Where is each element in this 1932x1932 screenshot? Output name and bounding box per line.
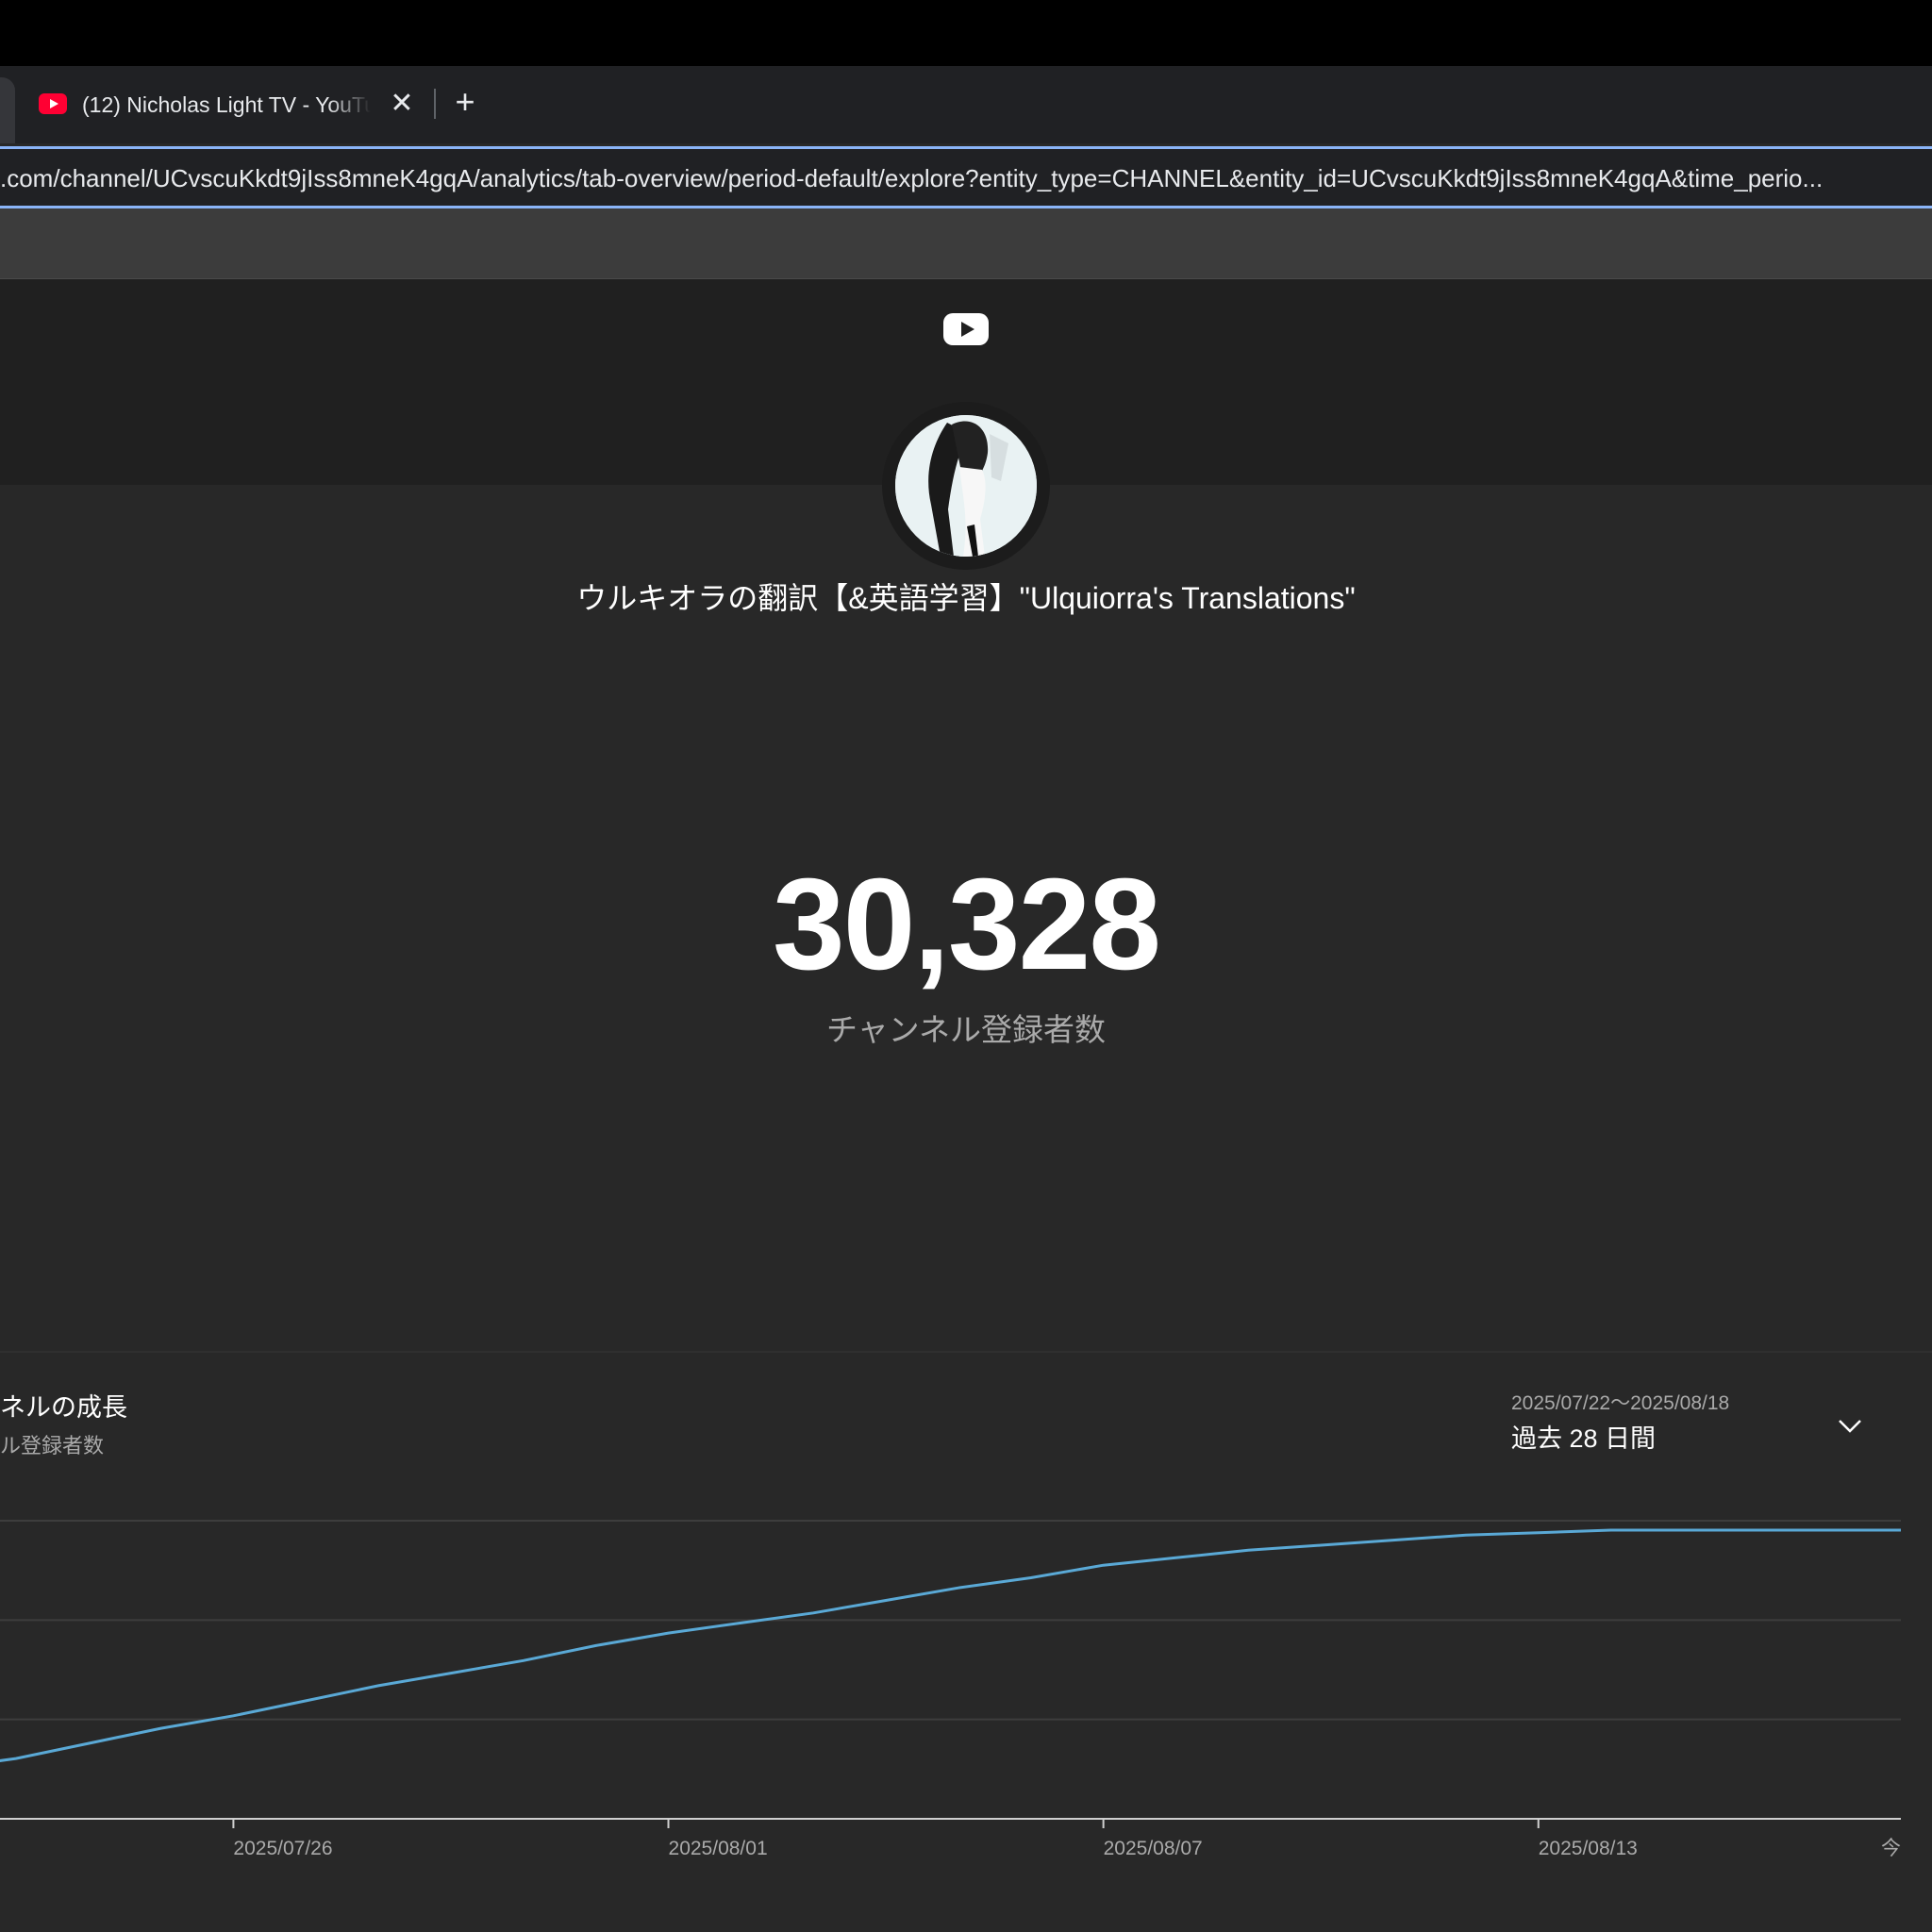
channel-name: ウルキオラの翻訳【&英語学習】"Ulquiorra's Translations… [576,581,1356,615]
tab-close-icon[interactable]: ✕ [389,85,415,123]
youtube-logo-icon[interactable] [943,313,989,345]
tab-title[interactable]: (12) Nicholas Light TV - YouTube [82,89,371,121]
youtube-favicon-icon [39,93,67,114]
subscriber-count: 30,328 [772,852,1161,997]
period-selector-label[interactable]: 過去 28 日間 [1511,1421,1794,1457]
bookmark-bar [0,208,1932,279]
subscriber-growth-line [0,1528,1901,1762]
tab-separator [434,89,436,119]
x-tick-label: 2025/08/07 [1104,1838,1203,1859]
date-range-text[interactable]: 2025/07/22〜2025/08/18 [1511,1389,1794,1419]
x-tick-label: 2025/08/01 [669,1838,768,1859]
url-input[interactable]: .com/channel/UCvscuKkdt9jIss8mneK4gqA/an… [0,160,1932,196]
tab-strip: (12) Nicholas Light TV - YouTube ✕ + [0,66,1932,143]
new-tab-button[interactable]: + [451,81,479,123]
x-tick-label: 2025/08/13 [1539,1838,1638,1859]
window-top-bar [0,0,1932,66]
growth-card-title: ネルの成長 [0,1393,127,1422]
growth-card-subtitle: ル登録者数 [0,1434,105,1457]
growth-line-chart: 2025/07/26 2025/08/01 2025/08/07 2025/08/13… [0,1520,1901,1859]
avatar [895,415,1037,557]
x-tick-label: 今 [1881,1838,1901,1859]
subscriber-label: チャンネル登録者数 [825,1012,1106,1047]
address-bar[interactable]: .com/channel/UCvscuKkdt9jIss8mneK4gqA/an… [0,146,1932,208]
chevron-down-icon[interactable] [1834,1409,1866,1441]
avatar-image [895,415,1037,557]
x-tick-label: 2025/07/26 [233,1838,332,1859]
section-divider [0,1351,1932,1353]
previous-tab[interactable] [0,77,15,143]
